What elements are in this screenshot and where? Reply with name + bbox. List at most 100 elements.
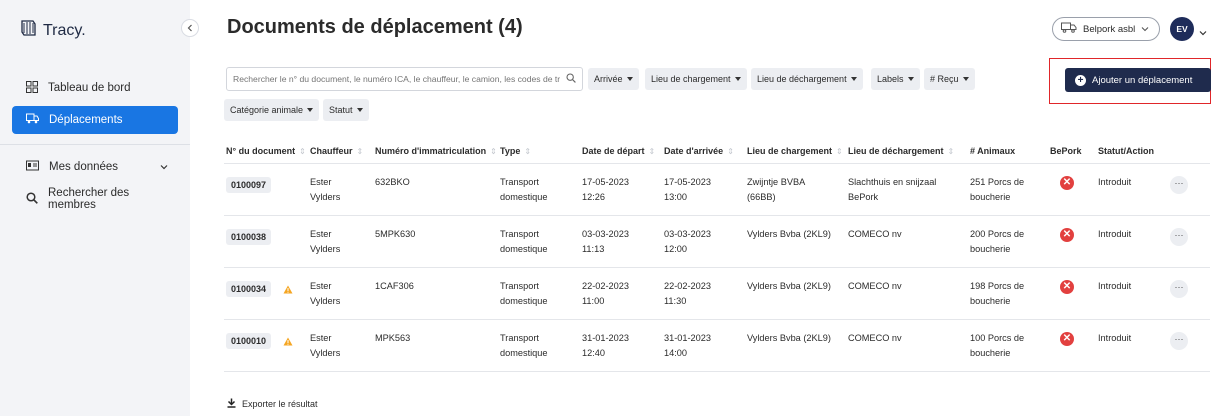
filter-recu[interactable]: # Reçu [924, 68, 975, 90]
status-cell: Introduit [1098, 177, 1132, 187]
export-result-link[interactable]: Exporter le résultat [227, 398, 318, 410]
dashboard-icon [26, 80, 38, 96]
plate-cell: 5MPK630 [375, 229, 416, 239]
sort-icon: ⇕ [356, 146, 364, 156]
more-options-icon[interactable]: ··· [1170, 228, 1188, 246]
more-options-icon[interactable]: ··· [1170, 280, 1188, 298]
column-header-label: Statut/Action [1098, 146, 1154, 156]
id-card-icon [26, 160, 39, 174]
filter-labels[interactable]: Labels [871, 68, 920, 90]
caret-down-icon [307, 108, 314, 112]
column-header-document[interactable]: N° du document ⇕ [226, 146, 306, 156]
unloading-line-2: BePork [848, 192, 879, 202]
sort-icon: ⇕ [836, 146, 843, 156]
column-header-date-depart[interactable]: Date de départ ⇕ [582, 146, 655, 156]
warning-icon [283, 281, 293, 299]
caret-down-icon [850, 77, 857, 81]
loading-line-1: Vylders Bvba (2KL9) [747, 281, 831, 291]
truck-icon [26, 113, 39, 127]
column-header-bepork: BePork [1050, 146, 1082, 156]
filter-lieu-chargement[interactable]: Lieu de chargement [645, 68, 747, 90]
column-header-animaux: # Animaux [970, 146, 1015, 156]
unloading-place-cell: Slachthuis en snijzaal BePork [848, 175, 936, 205]
arrival-date: 03-03-2023 [664, 229, 711, 239]
bepork-status-x-icon: ✕ [1060, 176, 1074, 190]
column-header-label: Date d'arrivée [664, 146, 724, 156]
sidebar-item-deplacements[interactable]: Déplacements [12, 106, 178, 134]
filter-label: Lieu de chargement [651, 74, 731, 84]
table-row[interactable]: 0100097 Ester Vylders 632BKO Transport dom… [224, 163, 1210, 215]
more-options-icon[interactable]: ··· [1170, 332, 1188, 350]
animals-line-2: boucherie [970, 296, 1011, 306]
column-header-lieu-chargement[interactable]: Lieu de chargement ⇕ [747, 146, 843, 156]
sidebar-collapse-button[interactable] [181, 19, 199, 37]
plate-cell: 632BKO [375, 177, 410, 187]
filter-arrivee[interactable]: Arrivée [588, 68, 639, 90]
departure-date: 22-02-2023 [582, 281, 629, 291]
arrival-date: 22-02-2023 [664, 281, 711, 291]
sidebar-item-label: Rechercher des membres [48, 187, 130, 211]
filter-categorie-animale[interactable]: Catégorie animale [224, 99, 320, 121]
column-header-chauffeur[interactable]: Chauffeur ⇕ [310, 146, 363, 156]
sidebar-item-label: Tableau de bord [48, 82, 131, 94]
add-deplacement-label: Ajouter un déplacement [1092, 74, 1193, 86]
document-number[interactable]: 0100034 [226, 281, 272, 297]
page-title: Documents de déplacement (4) [227, 16, 523, 38]
driver-first: Ester [310, 229, 332, 239]
organization-selector[interactable]: Belpork asbl [1052, 17, 1160, 41]
search-input[interactable] [233, 74, 566, 84]
filter-statut[interactable]: Statut [323, 99, 369, 121]
column-header-label: Date de départ [582, 146, 645, 156]
departure-date: 31-01-2023 [582, 333, 629, 343]
type-line-2: domestique [500, 296, 548, 306]
column-header-date-arrivee[interactable]: Date d'arrivée ⇕ [664, 146, 734, 156]
table-row[interactable]: 0100010 Ester Vylders MPK563 Transport dom… [224, 319, 1210, 371]
sort-icon: ⇕ [727, 146, 734, 156]
bepork-status-x-icon: ✕ [1060, 332, 1074, 346]
unloading-line-1: COMECO nv [848, 333, 902, 343]
logo[interactable]: Tracy. [18, 18, 86, 43]
bepork-status-x-icon: ✕ [1060, 228, 1074, 242]
loading-line-1: Vylders Bvba (2KL9) [747, 229, 831, 239]
type-line-1: Transport [500, 281, 539, 291]
unloading-place-cell: COMECO nv [848, 331, 902, 346]
user-avatar[interactable]: EV [1170, 17, 1194, 41]
sort-icon: ⇕ [524, 146, 532, 156]
document-number[interactable]: 0100038 [226, 229, 272, 245]
caret-down-icon [734, 77, 741, 81]
column-header-lieu-dechargement[interactable]: Lieu de déchargement ⇕ [848, 146, 954, 156]
column-header-label: Numéro d'immatriculation [375, 146, 487, 156]
filter-lieu-dechargement[interactable]: Lieu de déchargement [751, 68, 863, 90]
departure-time: 11:13 [582, 244, 605, 254]
document-number[interactable]: 0100010 [226, 333, 272, 349]
departure-time: 12:26 [582, 192, 605, 202]
bepork-status-x-icon: ✕ [1060, 280, 1074, 294]
departure-time: 11:00 [582, 296, 605, 306]
add-deplacement-button[interactable]: + Ajouter un déplacement [1065, 68, 1211, 92]
table-row[interactable]: 0100034 Ester Vylders 1CAF306 Transport do… [224, 267, 1210, 319]
column-header-label: BePork [1050, 146, 1082, 156]
search-box[interactable] [226, 67, 583, 91]
type-line-1: Transport [500, 177, 539, 187]
search-icon[interactable] [566, 70, 576, 88]
loading-line-2: (66BB) [747, 192, 776, 202]
chevron-down-icon[interactable] [1199, 23, 1207, 41]
driver-last: Vylders [310, 244, 341, 254]
type-cell: Transport domestique [500, 227, 548, 257]
animals-line-2: boucherie [970, 348, 1011, 358]
filter-label: Arrivée [594, 74, 623, 84]
loading-place-cell: Zwijntje BVBA (66BB) [747, 175, 805, 205]
table-row[interactable]: 0100038 Ester Vylders 5MPK630 Transport do… [224, 215, 1210, 267]
sidebar-item-dashboard[interactable]: Tableau de bord [12, 74, 178, 102]
column-header-type[interactable]: Type ⇕ [500, 146, 531, 156]
tracy-logo-icon [18, 18, 38, 43]
animals-line-1: 200 Porcs de [970, 229, 1025, 239]
column-header-immatriculation[interactable]: Numéro d'immatriculation ⇕ [375, 146, 497, 156]
column-header-label: Lieu de chargement [747, 146, 833, 156]
status-cell: Introduit [1098, 229, 1132, 239]
sidebar-item-mes-donnees[interactable]: Mes données [12, 153, 178, 181]
table-divider [224, 371, 1210, 372]
more-options-icon[interactable]: ··· [1170, 176, 1188, 194]
document-number[interactable]: 0100097 [226, 177, 272, 193]
sidebar-item-rechercher-membres[interactable]: Rechercher des membres [12, 185, 178, 213]
